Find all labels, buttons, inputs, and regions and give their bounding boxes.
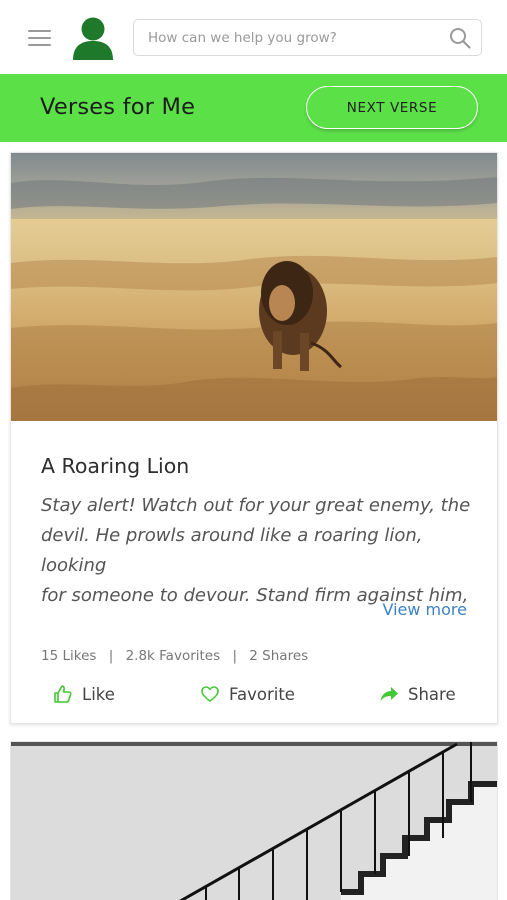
- top-app-bar: [0, 0, 507, 74]
- page-title: Verses for Me: [40, 94, 196, 120]
- user-avatar-icon[interactable]: [71, 16, 115, 62]
- search-box[interactable]: [133, 19, 482, 56]
- like-button[interactable]: Like: [53, 681, 115, 707]
- verse-stats: 15 Likes | 2.8k Favorites | 2 Shares: [41, 648, 308, 664]
- share-button[interactable]: Share: [379, 681, 456, 707]
- search-input[interactable]: [148, 20, 438, 55]
- favorite-button[interactable]: Favorite: [200, 681, 295, 707]
- share-arrow-icon: [380, 687, 398, 701]
- next-verse-button[interactable]: NEXT VERSE: [306, 86, 478, 129]
- favorite-label: Favorite: [229, 684, 295, 704]
- view-more-link[interactable]: View more: [383, 600, 468, 619]
- verses-banner: Verses for Me NEXT VERSE: [0, 74, 507, 142]
- verse-title: A Roaring Lion: [41, 454, 190, 478]
- favorites-count: 2.8k Favorites: [125, 648, 221, 664]
- stats-separator: |: [108, 648, 114, 664]
- share-label: Share: [408, 684, 456, 704]
- lion-image: [11, 153, 497, 421]
- likes-count: 15 Likes: [41, 648, 97, 664]
- thumbs-up-icon: [54, 685, 72, 703]
- next-verse-card: [10, 741, 498, 900]
- shares-count: 2 Shares: [249, 648, 309, 664]
- card-actions: Like Favorite Share: [11, 681, 497, 707]
- verse-line: devil. He prowls around like a roaring l…: [41, 525, 423, 576]
- verse-card: A Roaring Lion Stay alert! Watch out for…: [10, 152, 498, 724]
- stats-separator: |: [232, 648, 237, 664]
- verse-text: Stay alert! Watch out for your great ene…: [41, 491, 481, 611]
- verse-line: Stay alert! Watch out for your great ene…: [41, 495, 471, 516]
- staircase-image: [11, 742, 497, 900]
- like-label: Like: [82, 684, 115, 704]
- heart-icon: [201, 686, 219, 702]
- search-icon[interactable]: [449, 27, 471, 49]
- hamburger-menu-icon[interactable]: [28, 28, 52, 48]
